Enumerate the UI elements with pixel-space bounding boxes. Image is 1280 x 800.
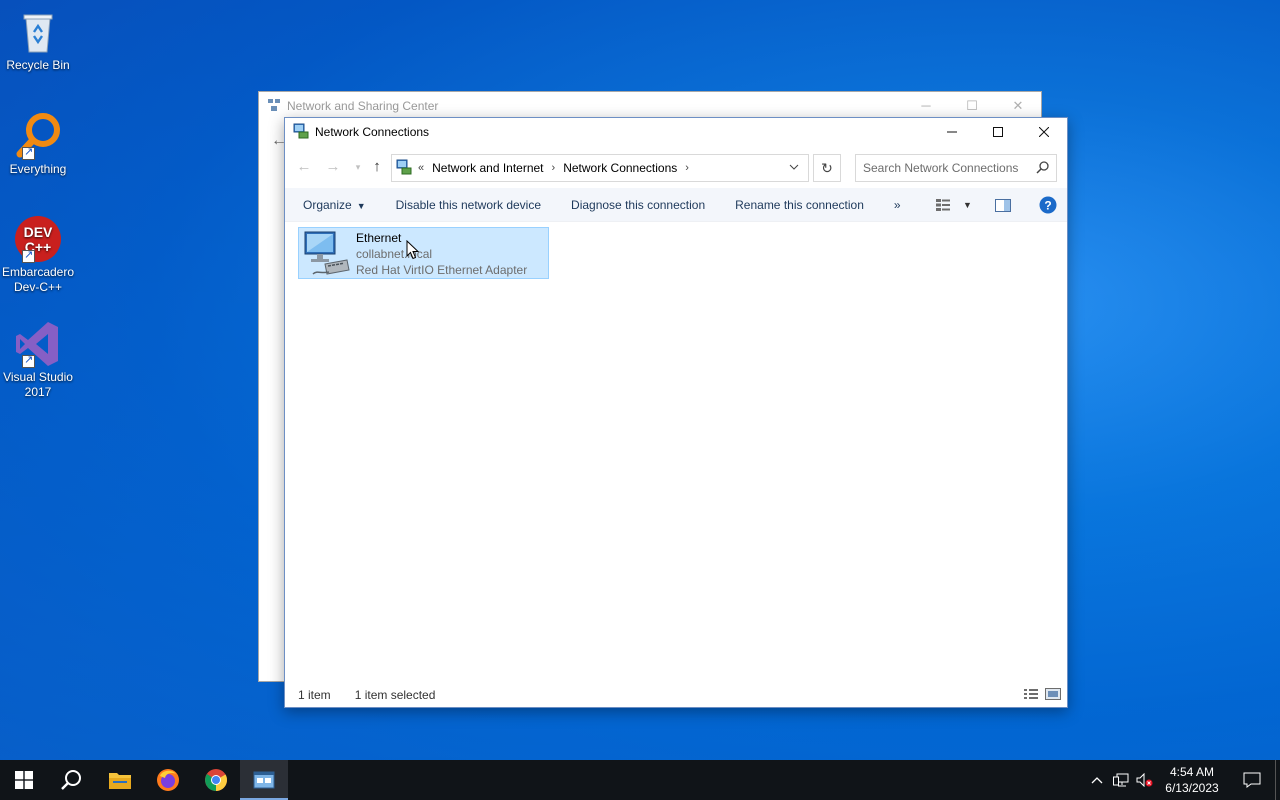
address-row: ← → ▾ ↑ « Network and Internet › Network…	[285, 146, 1067, 188]
list-item-ethernet[interactable]: Ethernet collabnet.local Red Hat VirtIO …	[298, 227, 549, 279]
network-connections-icon	[396, 159, 412, 178]
organize-label: Organize	[303, 197, 352, 212]
disable-device-button[interactable]: Disable this network device	[381, 188, 556, 222]
desktop-icon-devcpp[interactable]: DEV C++ Embarcadero Dev-C++	[0, 215, 76, 295]
network-center-icon	[267, 98, 281, 115]
shortcut-arrow-icon	[22, 353, 35, 368]
volume-muted-icon[interactable]	[1133, 760, 1157, 800]
chevron-up-icon[interactable]	[1085, 760, 1109, 800]
start-button[interactable]	[0, 760, 48, 800]
shortcut-arrow-icon	[22, 145, 35, 160]
connection-network: collabnet.local	[356, 247, 433, 261]
view-options-dropdown[interactable]: ▼	[963, 200, 977, 210]
recycle-bin-icon	[14, 8, 62, 56]
change-view-button[interactable]	[923, 188, 963, 222]
network-connections-icon	[293, 123, 309, 142]
status-bar: 1 item 1 item selected	[285, 683, 1067, 707]
window-titlebar[interactable]: Network Connections	[285, 118, 1067, 146]
notification-icon	[1243, 772, 1261, 788]
breadcrumb-network-connections[interactable]: Network Connections	[563, 161, 677, 175]
maximize-button[interactable]: ☐	[949, 92, 995, 120]
back-button[interactable]: ←	[293, 156, 315, 178]
rename-connection-button[interactable]: Rename this connection	[720, 188, 879, 222]
action-center-button[interactable]	[1229, 760, 1275, 800]
desktop-icon-label: Everything	[9, 162, 67, 176]
chevron-right-icon[interactable]: ›	[552, 162, 556, 174]
network-window-icon	[253, 771, 275, 789]
maximize-button[interactable]	[975, 118, 1021, 146]
taskbar: 4:54 AM 6/13/2023	[0, 760, 1280, 800]
search-box[interactable]	[855, 154, 1057, 182]
chrome-icon	[205, 769, 227, 791]
large-icons-view-icon[interactable]	[1045, 688, 1061, 703]
firefox-icon	[157, 769, 179, 791]
system-tray: 4:54 AM 6/13/2023	[1085, 760, 1280, 800]
minimize-button[interactable]	[929, 118, 975, 146]
diagnose-connection-button[interactable]: Diagnose this connection	[556, 188, 720, 222]
connections-list: Ethernet collabnet.local Red Hat VirtIO …	[285, 222, 1067, 678]
connection-adapter: Red Hat VirtIO Ethernet Adapter	[356, 263, 528, 277]
desktop-icon-visual-studio[interactable]: Visual Studio 2017	[0, 320, 76, 400]
minimize-button[interactable]: ─	[903, 92, 949, 120]
details-view-icon[interactable]	[1023, 688, 1039, 703]
shortcut-arrow-icon	[22, 248, 35, 263]
desktop-icon-everything[interactable]: Everything	[0, 112, 76, 177]
close-button[interactable]: ✕	[995, 92, 1041, 120]
mouse-cursor-icon	[406, 239, 420, 260]
refresh-button[interactable]: ↻	[813, 154, 841, 182]
visual-studio-icon	[14, 320, 62, 368]
show-desktop-button[interactable]	[1275, 760, 1280, 800]
ethernet-adapter-icon	[303, 230, 351, 278]
search-input[interactable]	[863, 156, 1035, 180]
chevron-down-icon: ▼	[356, 200, 366, 211]
breadcrumb-network-and-internet[interactable]: Network and Internet	[432, 161, 543, 175]
devcpp-icon: DEV C++	[14, 215, 62, 263]
clock[interactable]: 4:54 AM 6/13/2023	[1163, 764, 1221, 796]
forward-button[interactable]: →	[322, 156, 344, 178]
back-window-title: Network and Sharing Center	[287, 99, 439, 113]
search-icon	[1036, 160, 1050, 174]
address-bar[interactable]: « Network and Internet › Network Connect…	[391, 154, 809, 182]
network-connections-window[interactable]: Network Connections ← → ▾ ↑ « Network an…	[284, 117, 1068, 708]
chevron-right-icon[interactable]: ›	[685, 162, 689, 174]
address-dropdown-button[interactable]	[780, 155, 808, 181]
chrome-button[interactable]	[192, 760, 240, 800]
more-commands-button[interactable]: »	[879, 188, 916, 222]
item-count: 1 item	[298, 688, 331, 702]
file-explorer-button[interactable]	[96, 760, 144, 800]
help-button[interactable]: ?	[1029, 188, 1067, 222]
windows-logo-icon	[15, 771, 33, 789]
network-connections-taskbar-button[interactable]	[240, 760, 288, 800]
svg-text:DEV: DEV	[24, 224, 53, 240]
desktop-icon-label: Visual Studio 2017	[3, 370, 73, 399]
desktop-icon-label: Embarcadero Dev-C++	[1, 265, 75, 294]
svg-text:?: ?	[1044, 199, 1051, 213]
search-icon	[61, 770, 81, 790]
everything-search-icon	[14, 112, 62, 160]
network-status-icon[interactable]	[1109, 760, 1133, 800]
desktop-icon-label: Recycle Bin	[6, 58, 70, 72]
preview-pane-button[interactable]	[977, 188, 1029, 222]
window-title: Network Connections	[315, 125, 430, 139]
desktop-icon-recycle-bin[interactable]: Recycle Bin	[0, 8, 76, 73]
firefox-button[interactable]	[144, 760, 192, 800]
selection-count: 1 item selected	[354, 688, 436, 702]
folder-icon	[109, 773, 131, 789]
clock-date: 6/13/2023	[1165, 781, 1219, 795]
search-button[interactable]	[48, 760, 96, 800]
connection-name: Ethernet	[356, 231, 402, 245]
up-button[interactable]: ↑	[366, 156, 388, 178]
overflow-marker[interactable]: «	[418, 162, 424, 174]
close-button[interactable]	[1021, 118, 1067, 146]
command-bar: Organize ▼ Disable this network device Di…	[285, 188, 1067, 222]
organize-button[interactable]: Organize ▼	[285, 188, 381, 222]
clock-time: 4:54 AM	[1169, 765, 1215, 779]
